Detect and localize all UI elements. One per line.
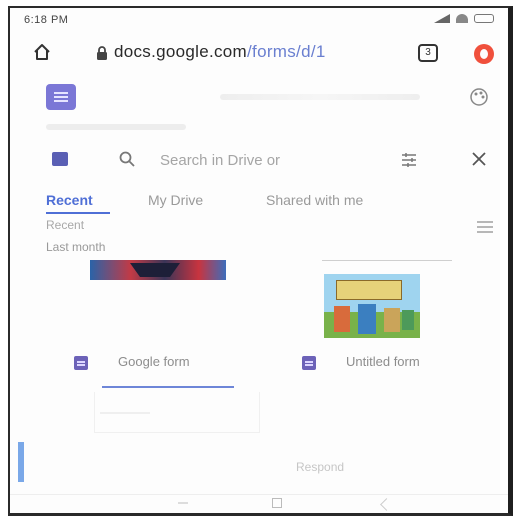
status-icons xyxy=(434,14,494,23)
wifi-icon xyxy=(456,14,468,23)
section-label-recent: Recent xyxy=(46,218,85,232)
file-card-top-border xyxy=(322,260,452,261)
nav-bar-separator xyxy=(10,494,508,495)
nav-home-icon[interactable] xyxy=(272,498,282,508)
tab-shared-with-me[interactable]: Shared with me xyxy=(266,192,363,208)
section-label-last-month: Last month xyxy=(46,240,106,254)
active-tab-indicator xyxy=(46,212,110,214)
browser-url-bar: docs.google.com/forms/d/1 3 xyxy=(10,36,508,72)
opera-icon[interactable] xyxy=(474,44,494,64)
filter-icon[interactable] xyxy=(400,151,418,169)
battery-icon xyxy=(474,14,494,23)
phone-screen: 6:18 PM docs.google.com/forms/d/1 3 Sear… xyxy=(8,6,513,516)
file-thumbnail-untitled-form[interactable] xyxy=(324,274,420,338)
respond-text: Respond xyxy=(296,460,345,474)
tabs-icon[interactable]: 3 xyxy=(418,44,438,62)
forms-app-bar xyxy=(10,78,508,118)
folder-icon[interactable] xyxy=(52,152,68,166)
forms-icon xyxy=(46,84,76,110)
close-icon[interactable] xyxy=(470,150,488,168)
signal-icon xyxy=(434,14,450,23)
file-item-google-form[interactable]: Google form xyxy=(74,354,274,374)
forms-file-icon xyxy=(302,356,316,370)
palette-icon[interactable] xyxy=(468,86,490,108)
section-divider xyxy=(102,386,234,388)
tab-my-drive[interactable]: My Drive xyxy=(148,192,203,208)
url-text[interactable]: docs.google.com/forms/d/1 xyxy=(114,42,326,62)
nav-back-icon[interactable] xyxy=(178,502,188,504)
status-bar: 6:18 PM xyxy=(10,8,508,32)
file-name: Untitled form xyxy=(346,354,420,369)
file-thumbnail-google-form[interactable] xyxy=(90,260,226,280)
status-time: 6:18 PM xyxy=(24,14,69,26)
edge-scroll-handle[interactable] xyxy=(18,442,24,482)
search-icon xyxy=(119,151,135,167)
form-title-placeholder xyxy=(46,124,186,130)
file-name: Google form xyxy=(118,354,190,369)
toolbar-placeholder xyxy=(220,94,420,100)
background-form-line xyxy=(100,412,150,414)
drive-search-input[interactable] xyxy=(160,150,360,170)
url-host: docs.google.com xyxy=(114,42,248,61)
list-view-icon[interactable] xyxy=(476,220,494,234)
lock-icon xyxy=(97,46,107,60)
url-path: /forms/d/1 xyxy=(247,42,326,61)
forms-file-icon xyxy=(74,356,88,370)
nav-back-arrow-icon[interactable] xyxy=(380,498,393,511)
drive-picker-tabs: Recent My Drive Shared with me xyxy=(10,188,508,218)
file-item-untitled-form[interactable]: Untitled form xyxy=(302,354,502,374)
tab-recent[interactable]: Recent xyxy=(46,192,93,208)
drive-picker-search-row xyxy=(10,146,508,180)
home-icon[interactable] xyxy=(32,42,52,62)
